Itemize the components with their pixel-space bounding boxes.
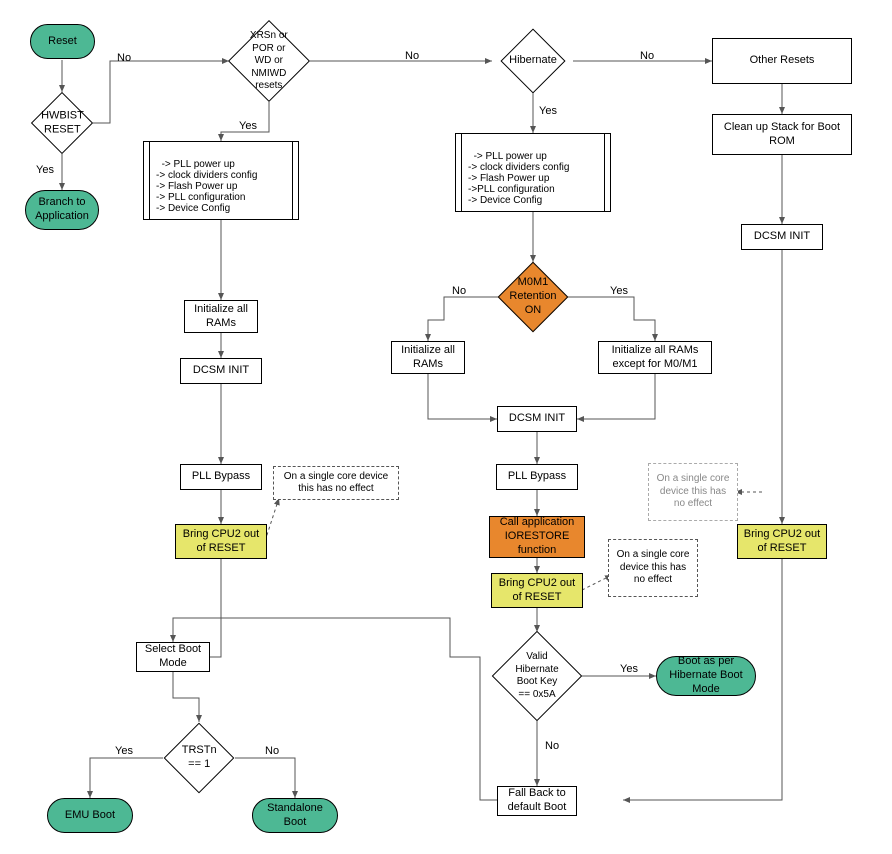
select-boot-label: Select Boot Mode [141, 643, 205, 671]
cpu2-left-label: Bring CPU2 out of RESET [180, 528, 262, 556]
init-rams-mid: Initialize all RAMs [391, 341, 465, 374]
init-rams-left-label: Initialize all RAMs [189, 303, 253, 331]
dcsm-right-label: DCSM INIT [754, 230, 810, 244]
pll-bypass-mid: PLL Bypass [496, 464, 578, 490]
reset-terminal: Reset [30, 24, 95, 59]
init-rams-left: Initialize all RAMs [184, 300, 258, 333]
edge-no-hib: No [640, 50, 654, 62]
note-left-label: On a single core device this has no effe… [278, 471, 394, 496]
other-resets-label: Other Resets [750, 54, 815, 68]
cpu2-right-label: Bring CPU2 out of RESET [742, 528, 822, 556]
pll-bypass-mid-label: PLL Bypass [508, 470, 566, 484]
pll-bypass-left: PLL Bypass [180, 464, 262, 490]
cleanup-stack-process: Clean up Stack for Boot ROM [712, 114, 852, 155]
fallback-label: Fall Back to default Boot [502, 787, 572, 815]
init-rams-except: Initialize all RAMs except for M0/M1 [598, 341, 712, 374]
dcsm-left-label: DCSM INIT [193, 364, 249, 378]
note-left: On a single core device this has no effe… [273, 466, 399, 500]
m0m1-label: M0M1 Retention ON [509, 276, 556, 317]
branch-app-terminal: Branch to Application [25, 190, 99, 230]
dcsm-left: DCSM INIT [180, 358, 262, 384]
init-rams-mid-label: Initialize all RAMs [396, 344, 460, 372]
emu-boot-label: EMU Boot [65, 809, 115, 823]
valid-hib-label: Valid Hibernate Boot Key == 0x5A [510, 651, 564, 701]
boot-per-hib-label: Boot as per Hibernate Boot Mode [661, 655, 751, 696]
branch-app-label: Branch to Application [30, 196, 94, 224]
init-rams-except-label: Initialize all RAMs except for M0/M1 [603, 344, 707, 372]
edge-yes-m0m1: Yes [610, 285, 628, 297]
edge-yes-hib: Yes [539, 105, 557, 117]
edge-no-m0m1: No [452, 285, 466, 297]
select-boot-process: Select Boot Mode [136, 642, 210, 672]
iorestore-label: Call application IORESTORE function [494, 516, 580, 557]
valid-hib-decision: Valid Hibernate Boot Key == 0x5A [492, 631, 583, 722]
xrsn-decision: XRSn or POR or WD or NMIWD resets [228, 20, 310, 102]
boot-per-hib-terminal: Boot as per Hibernate Boot Mode [656, 656, 756, 696]
dcsm-mid: DCSM INIT [497, 406, 577, 432]
hibernate-decision: Hibernate [500, 28, 565, 93]
cpu2-mid-label: Bring CPU2 out of RESET [496, 577, 578, 605]
xrsn-label: XRSn or POR or WD or NMIWD resets [245, 30, 293, 93]
trstn-label: TRSTn == 1 [179, 744, 219, 772]
edge-yes-validhib: Yes [620, 663, 638, 675]
cpu2-mid: Bring CPU2 out of RESET [491, 573, 583, 608]
dcsm-right-process: DCSM INIT [741, 224, 823, 250]
pll-config-mid: -> PLL power up -> clock dividers config… [455, 133, 611, 212]
edge-no-hwbist: No [117, 52, 131, 64]
pll-config-left-label: -> PLL power up -> clock dividers config… [156, 159, 257, 214]
hibernate-label: Hibernate [509, 54, 557, 68]
standalone-boot-label: Standalone Boot [257, 802, 333, 830]
note-mid-label: On a single core device this has no effe… [613, 549, 693, 587]
iorestore-process: Call application IORESTORE function [489, 516, 585, 558]
cleanup-stack-label: Clean up Stack for Boot ROM [717, 121, 847, 149]
cpu2-left: Bring CPU2 out of RESET [175, 524, 267, 559]
other-resets-process: Other Resets [712, 38, 852, 84]
trstn-decision: TRSTn == 1 [164, 723, 235, 794]
reset-label: Reset [48, 35, 77, 49]
edge-yes-hwbist: Yes [36, 164, 54, 176]
edge-no-validhib: No [545, 740, 559, 752]
cpu2-right-process: Bring CPU2 out of RESET [737, 524, 827, 559]
pll-bypass-left-label: PLL Bypass [192, 470, 250, 484]
pll-config-left: -> PLL power up -> clock dividers config… [143, 141, 299, 220]
emu-boot-terminal: EMU Boot [47, 798, 133, 833]
hwbist-decision: HWBIST RESET [31, 92, 93, 154]
edge-yes-trstn: Yes [115, 745, 133, 757]
dcsm-mid-label: DCSM INIT [509, 412, 565, 426]
m0m1-decision: M0M1 Retention ON [498, 262, 569, 333]
note-right: On a single core device this has no effe… [648, 463, 738, 521]
edge-no-trstn: No [265, 745, 279, 757]
edge-no-xrsn: No [405, 50, 419, 62]
pll-config-mid-label: -> PLL power up -> clock dividers config… [468, 151, 569, 206]
edge-yes-xrsn: Yes [239, 120, 257, 132]
note-right-label: On a single core device this has no effe… [653, 473, 733, 511]
fallback-process: Fall Back to default Boot [497, 786, 577, 816]
note-mid: On a single core device this has no effe… [608, 539, 698, 597]
hwbist-label: HWBIST RESET [41, 109, 84, 137]
standalone-boot-terminal: Standalone Boot [252, 798, 338, 833]
